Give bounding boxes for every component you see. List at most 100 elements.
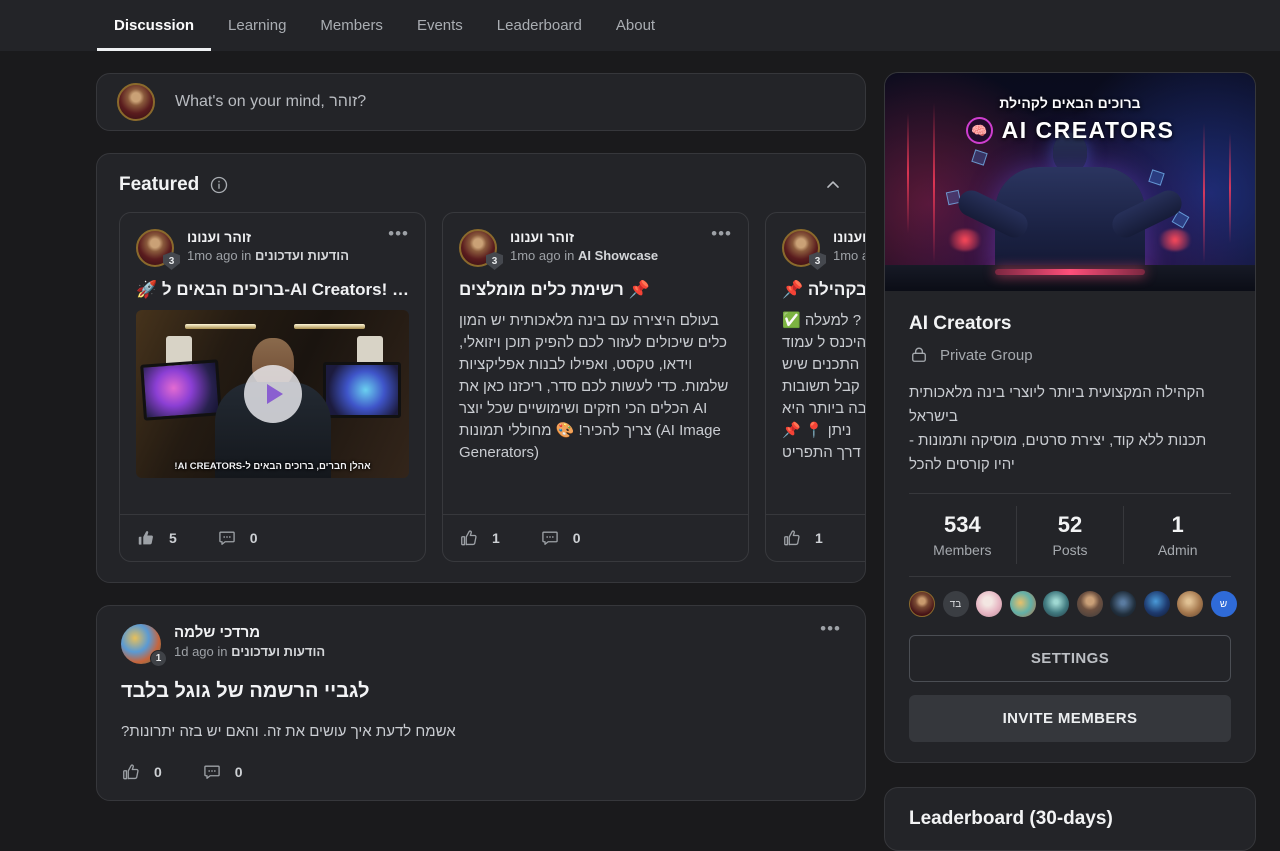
- comment-count: 0: [235, 764, 243, 780]
- post-title[interactable]: לגביי הרשמה של גוגל בלבד: [121, 680, 841, 703]
- post-body: אשמח לדעת איך עושים את זה. והאם יש בזה י…: [121, 723, 841, 740]
- author-avatar[interactable]: 1: [121, 624, 161, 664]
- author-avatar[interactable]: 3: [459, 229, 497, 267]
- comment-button[interactable]: 0: [540, 528, 581, 548]
- composer-prompt[interactable]: What's on your mind, זוהר?: [175, 93, 366, 111]
- tab-about[interactable]: About: [599, 0, 672, 51]
- monitor-right: [323, 362, 401, 418]
- post-category[interactable]: AI Showcase: [578, 248, 658, 263]
- monitor-left: [140, 359, 222, 420]
- author-name[interactable]: מרדכי שלמה: [174, 624, 325, 641]
- nav-tabs: Discussion Learning Members Events Leade…: [97, 0, 672, 51]
- member-initials: בד: [950, 599, 962, 610]
- tab-discussion[interactable]: Discussion: [97, 0, 211, 51]
- tab-events[interactable]: Events: [400, 0, 480, 51]
- level-badge: 3: [486, 252, 503, 270]
- post-actions: 1: [766, 514, 865, 561]
- sidebar: ברוכים הבאים לקהילת 🧠 AI CREATORS AI Cre…: [884, 72, 1256, 851]
- body-line: קבל תשובות: [782, 376, 865, 398]
- member-avatars-row: בד ש: [909, 577, 1231, 619]
- post-composer[interactable]: What's on your mind, זוהר?: [96, 73, 866, 131]
- comment-icon: [217, 528, 237, 548]
- play-button[interactable]: [244, 365, 302, 423]
- member-avatar[interactable]: [1110, 591, 1136, 617]
- author-name[interactable]: זוהר וענונו: [187, 229, 349, 245]
- post-header: 1 מרדכי שלמה 1d ago in הודעות ועדכונים •…: [121, 624, 841, 664]
- author-name[interactable]: זוהר וענונו: [833, 229, 865, 245]
- tab-label: Members: [320, 17, 383, 34]
- member-avatar[interactable]: ש: [1211, 591, 1237, 617]
- video-thumbnail[interactable]: אהלן חברים, ברוכים הבאים ל-AI CREATORS!: [136, 310, 409, 478]
- post-menu-icon[interactable]: •••: [711, 229, 732, 267]
- post-body: ✅ למעלה ? היכנס ל עמוד התכנים שיש קבל תש…: [782, 310, 865, 464]
- tab-leaderboard[interactable]: Leaderboard: [480, 0, 599, 51]
- leaderboard-card: Leaderboard (30-days): [884, 787, 1256, 851]
- post-header: 3 זוהר וענונו 1mo ago in: [766, 213, 865, 267]
- tab-learning[interactable]: Learning: [211, 0, 303, 51]
- settings-button[interactable]: SETTINGS: [909, 635, 1231, 682]
- level-badge: 3: [163, 252, 180, 270]
- member-avatar[interactable]: [909, 591, 935, 617]
- thumbs-up-icon: [136, 528, 156, 548]
- feed-post[interactable]: 1 מרדכי שלמה 1d ago in הודעות ועדכונים •…: [96, 605, 866, 801]
- stat-admins[interactable]: 1 Admin: [1123, 506, 1231, 564]
- community-name: AI Creators: [909, 313, 1231, 335]
- comment-button[interactable]: 0: [217, 528, 258, 548]
- tab-label: Events: [417, 17, 463, 34]
- post-title[interactable]: רשימת כלים מומלצים 📌: [459, 280, 732, 300]
- info-icon[interactable]: [209, 175, 229, 195]
- stat-posts[interactable]: 52 Posts: [1016, 506, 1124, 564]
- post-date: 1mo ago in: [833, 248, 865, 263]
- post-meta: 1mo ago in: [833, 248, 865, 263]
- tab-label: Leaderboard: [497, 17, 582, 34]
- member-avatar[interactable]: [1010, 591, 1036, 617]
- chevron-up-icon[interactable]: [823, 175, 843, 195]
- like-button[interactable]: 1: [459, 528, 500, 548]
- post-body: בעולם היצירה עם בינה מלאכותית יש המון כל…: [459, 310, 732, 464]
- stat-label: Members: [909, 542, 1016, 558]
- brain-icon: 🧠: [966, 117, 993, 144]
- post-category[interactable]: הודעות ועדכונים: [255, 248, 349, 263]
- tab-label: Learning: [228, 17, 286, 34]
- studio-light: [185, 324, 256, 329]
- invite-members-button[interactable]: INVITE MEMBERS: [909, 695, 1231, 742]
- post-menu-icon[interactable]: •••: [388, 229, 409, 267]
- like-button[interactable]: 5: [136, 528, 177, 548]
- featured-card-welcome[interactable]: 3 זוהר וענונו 1mo ago in הודעות ועדכונים…: [119, 212, 426, 562]
- post-meta: 1mo ago in AI Showcase: [510, 248, 658, 263]
- member-avatar[interactable]: [1144, 591, 1170, 617]
- play-icon: [267, 384, 283, 404]
- post-date: 1d ago in: [174, 644, 228, 659]
- tab-members[interactable]: Members: [303, 0, 400, 51]
- studio-light: [294, 324, 365, 329]
- stat-members[interactable]: 534 Members: [909, 506, 1016, 564]
- post-header: 3 זוהר וענונו 1mo ago in הודעות ועדכונים…: [120, 213, 425, 267]
- author-avatar[interactable]: 3: [136, 229, 174, 267]
- post-title[interactable]: 📌 איך להתמצא בקהילה: [782, 280, 865, 300]
- like-button[interactable]: 1: [782, 528, 823, 548]
- author-name[interactable]: זוהר וענונו: [510, 229, 658, 245]
- member-avatar[interactable]: [1043, 591, 1069, 617]
- comment-button[interactable]: 0: [202, 762, 243, 782]
- comment-count: 0: [250, 530, 258, 546]
- member-avatar[interactable]: [1177, 591, 1203, 617]
- featured-card-orientation[interactable]: 3 זוהר וענונו 1mo ago in 📌 איך להתמצא בק…: [765, 212, 865, 562]
- member-initials: ש: [1220, 599, 1227, 610]
- description-line: הקהילה המקצועית ביותר ליוצרי בינה מלאכות…: [909, 381, 1231, 429]
- member-avatar[interactable]: בד: [943, 591, 969, 617]
- post-menu-icon[interactable]: •••: [820, 624, 841, 664]
- post-title[interactable]: 🚀 ברוכים הבאים ל-AI Creators! קהילת היוצ…: [136, 280, 409, 300]
- current-user-avatar[interactable]: [117, 83, 155, 121]
- post-actions: 5 0: [120, 514, 425, 561]
- body-line: התכנים שיש: [782, 354, 865, 376]
- member-avatar[interactable]: [1077, 591, 1103, 617]
- author-avatar[interactable]: 3: [782, 229, 820, 267]
- comment-icon: [202, 762, 222, 782]
- post-category[interactable]: הודעות ועדכונים: [231, 644, 325, 659]
- tab-label: About: [616, 17, 655, 34]
- description-line: תכנות ללא קוד, יצירת סרטים, מוסיקה ותמונ…: [909, 429, 1231, 477]
- member-avatar[interactable]: [976, 591, 1002, 617]
- like-button[interactable]: 0: [121, 762, 162, 782]
- post-meta: 1d ago in הודעות ועדכונים: [174, 644, 325, 659]
- featured-card-tools[interactable]: 3 זוהר וענונו 1mo ago in AI Showcase •••…: [442, 212, 749, 562]
